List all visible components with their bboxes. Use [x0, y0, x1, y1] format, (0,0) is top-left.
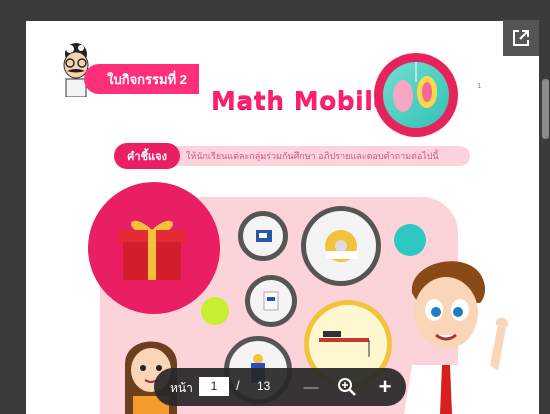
instruction-badge: คำชี้แจง: [114, 143, 180, 169]
page-separator: /: [236, 378, 240, 393]
pdf-viewer: ใบกิจกรรมที่ 2 Math Mobile 1 ให้นักเรียน…: [0, 0, 550, 414]
total-pages: 13: [257, 379, 271, 393]
page-toolbar: หน้า 1 / 13 — +: [154, 368, 406, 406]
document-title: Math Mobile: [211, 86, 391, 115]
scrollbar-thumb[interactable]: [542, 79, 549, 139]
teal-dot: [394, 224, 426, 256]
vertical-scrollbar[interactable]: [541, 21, 550, 414]
mobile-toy-icon: [393, 62, 437, 112]
page-label: หน้า: [170, 381, 193, 395]
plus-icon: +: [378, 374, 392, 399]
magnifier-plus-icon: [338, 378, 356, 396]
boy-illustration: [404, 261, 509, 414]
photo-circle-3: [245, 275, 297, 327]
photo-circle-2: [301, 206, 381, 286]
photo-circle-1: [238, 211, 288, 261]
instruction-text: ให้นักเรียนแต่ละกลุ่มร่วมกันศึกษา อภิปรา…: [170, 146, 470, 166]
zoom-out-button[interactable]: —: [298, 374, 324, 400]
zoom-in-button[interactable]: +: [372, 374, 398, 400]
popout-button[interactable]: [503, 20, 539, 56]
zoom-fit-button[interactable]: [334, 374, 360, 400]
gift-box-icon: [119, 220, 185, 280]
minus-icon: —: [303, 378, 319, 396]
current-page-input[interactable]: 1: [199, 377, 229, 396]
external-link-icon: [513, 30, 529, 46]
green-dot: [201, 297, 229, 325]
page-corner-number: 1: [477, 82, 482, 90]
activity-label: ใบกิจกรรมที่ 2: [84, 64, 199, 94]
hero-image: [383, 62, 449, 128]
